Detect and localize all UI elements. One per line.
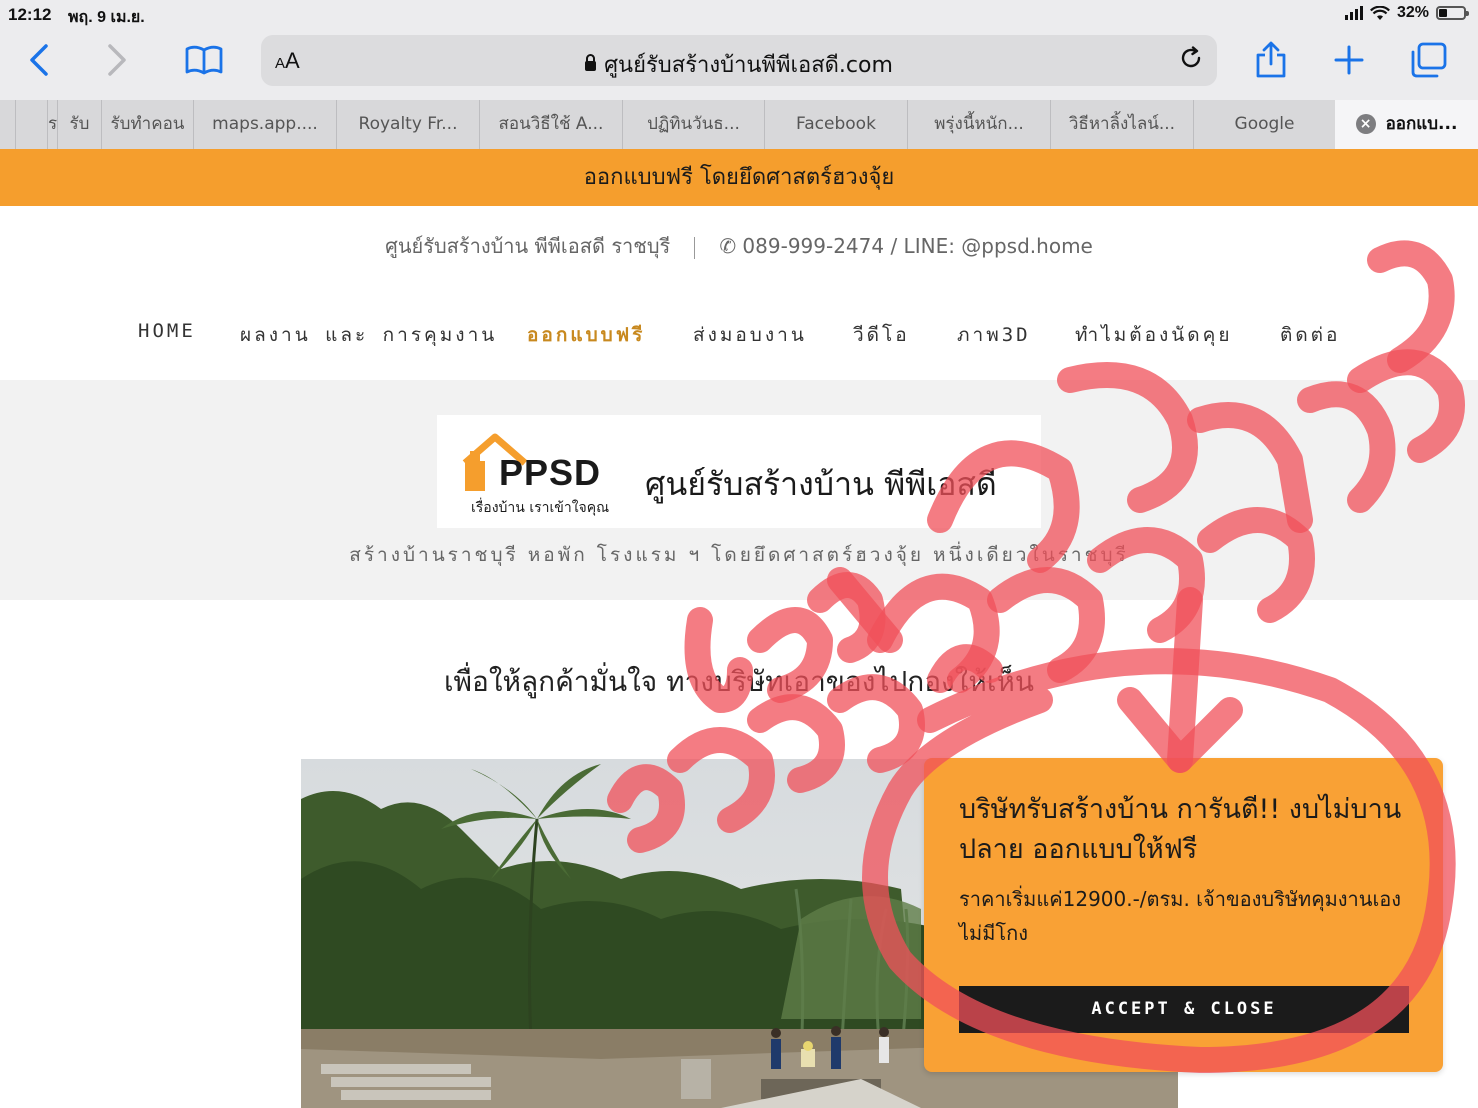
tab[interactable] xyxy=(15,100,47,149)
tab[interactable]: รับ xyxy=(57,100,101,149)
nav-home[interactable]: HOME xyxy=(138,320,196,342)
status-indicators: 32% xyxy=(1344,4,1469,22)
reload-icon[interactable] xyxy=(1179,46,1203,70)
tab[interactable]: maps.app.... xyxy=(193,100,336,149)
tab[interactable]: รับทำคอน xyxy=(101,100,193,149)
tab[interactable]: Google xyxy=(1193,100,1335,149)
nav-why-meet[interactable]: ทำไมต้องนัดคุย xyxy=(1075,320,1232,350)
nav-contact[interactable]: ติดต่อ xyxy=(1280,320,1340,350)
popup-title: บริษัทรับสร้างบ้าน การันตี!! งบไม่บานปลา… xyxy=(959,794,1402,865)
site-contact[interactable]: ✆ 089-999-2474 / LINE: @ppsd.home xyxy=(719,234,1093,258)
site-name: ศูนย์รับสร้างบ้าน พีพีเอสดี ราชบุรี xyxy=(385,234,671,258)
site-logo[interactable]: PPSD เรื่องบ้าน เราเข้าใจคุณ ศูนย์รับสร้… xyxy=(437,415,1041,528)
divider xyxy=(694,236,696,259)
back-icon[interactable] xyxy=(28,43,50,77)
logo-text: PPSD xyxy=(499,452,602,493)
status-bar: 12:12 พฤ. 9 เม.ย. 32% xyxy=(0,0,1478,30)
url-value: ศูนย์รับสร้างบ้านพีพีเอสดี.com xyxy=(604,53,893,78)
nav-handover[interactable]: ส่งมอบงาน xyxy=(693,320,807,350)
tab[interactable]: ร xyxy=(47,100,57,149)
section-headline: เพื่อให้ลูกค้ามั่นใจ ทางบริษัทเอาของไปกอ… xyxy=(443,665,1035,698)
logo-company-name: ศูนย์รับสร้างบ้าน พีพีเอสดี xyxy=(645,465,997,503)
tab[interactable]: พรุ่งนี้หนัก... xyxy=(907,100,1050,149)
nav-3d[interactable]: ภาพ3D xyxy=(957,320,1031,350)
tab[interactable]: Royalty Fr... xyxy=(336,100,479,149)
tab-active-label: ออกแบ... xyxy=(1385,114,1458,134)
nav-video[interactable]: วีดีโอ xyxy=(853,320,910,350)
browser-toolbar: AA ศูนย์รับสร้างบ้านพีพีเอสดี.com xyxy=(0,30,1478,100)
accept-close-button[interactable]: ACCEPT & CLOSE xyxy=(959,986,1409,1033)
url-text: ศูนย์รับสร้างบ้านพีพีเอสดี.com xyxy=(261,47,1217,82)
new-tab-icon[interactable] xyxy=(1333,44,1365,76)
popup-body: ราคาเริ่มแค่12900.-/ตรม. เจ้าของบริษัทคุ… xyxy=(959,887,1402,945)
battery-percent: 32% xyxy=(1396,4,1429,21)
forward-icon[interactable] xyxy=(106,43,128,77)
hero-section: PPSD เรื่องบ้าน เราเข้าใจคุณ ศูนย์รับสร้… xyxy=(0,380,1478,600)
tab-active[interactable]: × ออกแบ... xyxy=(1335,100,1478,149)
signal-icon xyxy=(1344,6,1363,20)
battery-icon xyxy=(1436,6,1469,20)
hero-tagline: สร้างบ้านราชบุรี หอพัก โรงแรม ฯ โดยยึดศา… xyxy=(349,544,1129,566)
tab-strip: ร รับ รับทำคอน maps.app.... Royalty Fr..… xyxy=(0,100,1478,150)
tab[interactable]: Facebook xyxy=(764,100,907,149)
lock-icon xyxy=(585,54,597,71)
tab[interactable]: สอนวิธีใช้ A... xyxy=(479,100,622,149)
top-banner: ออกแบบฟรี โดยยึดศาสตร์ฮวงจุ้ย xyxy=(0,149,1478,206)
site-info: ศูนย์รับสร้างบ้าน พีพีเอสดี ราชบุรี ✆ 089… xyxy=(0,230,1478,262)
url-bar[interactable]: AA ศูนย์รับสร้างบ้านพีพีเอสดี.com xyxy=(261,35,1217,86)
nav-free-design[interactable]: ออกแบบฟรี xyxy=(527,320,645,350)
promo-popup: บริษัทรับสร้างบ้าน การันตี!! งบไม่บานปลา… xyxy=(924,758,1443,1072)
wifi-icon xyxy=(1369,5,1390,20)
logo-tagline: เรื่องบ้าน เราเข้าใจคุณ xyxy=(471,500,610,516)
share-icon[interactable] xyxy=(1255,40,1287,78)
bookmarks-icon[interactable] xyxy=(185,45,223,75)
close-icon[interactable]: × xyxy=(1355,114,1376,134)
nav-portfolio[interactable]: ผลงาน และ การคุมงาน xyxy=(240,320,497,350)
status-time: 12:12 xyxy=(8,5,52,24)
tab[interactable]: ปฏิทินวันธ... xyxy=(622,100,764,149)
tabs-overview-icon[interactable] xyxy=(1410,42,1448,78)
status-date: พฤ. 9 เม.ย. xyxy=(68,9,145,26)
tab[interactable]: วิธีหาลิ้งไลน์... xyxy=(1050,100,1193,149)
